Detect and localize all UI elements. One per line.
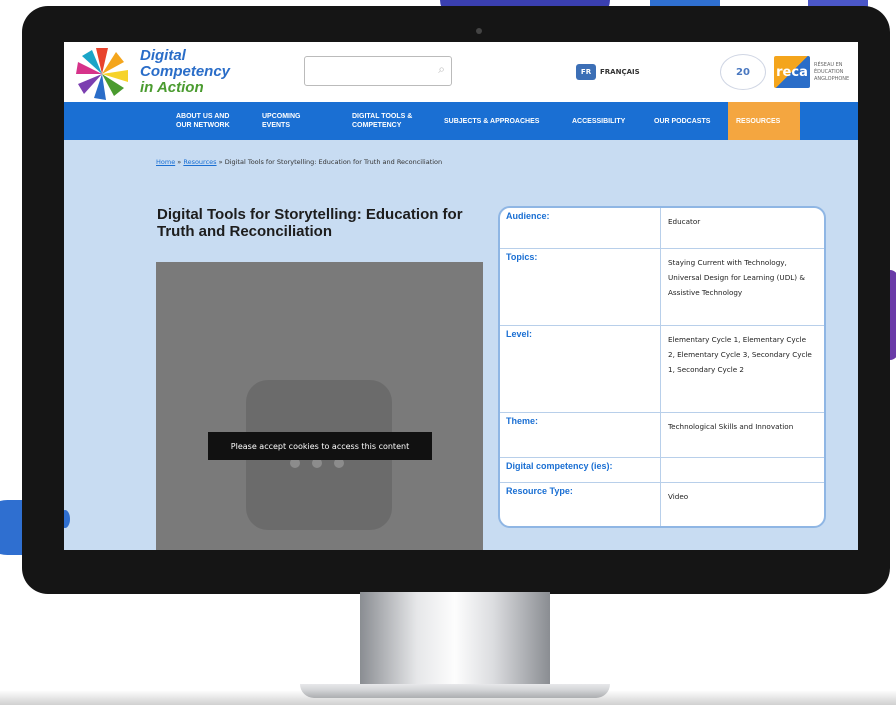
nav-item-subjects[interactable]: SUBJECTS & APPROACHES [444,102,539,140]
nav-item-podcasts[interactable]: OUR PODCASTS [654,102,710,140]
webcam-icon [476,28,482,34]
video-embed[interactable]: Please accept cookies to access this con… [156,262,483,550]
partner-logo[interactable]: reca RÉSEAU EN ÉDUCATION ANGLOPHONE [774,56,858,88]
table-row: Audience: Educator [500,208,824,249]
nav-item-digital-tools[interactable]: DIGITAL TOOLS & COMPETENCY [352,102,428,140]
main-nav: ABOUT US AND OUR NETWORK UPCOMING EVENTS… [64,102,858,140]
site-header: Digital Competency in Action ⌕ FR FRANÇA… [64,42,858,102]
monitor-stand [360,592,550,692]
detail-value: Technological Skills and Innovation [668,422,794,431]
page-title: Digital Tools for Storytelling: Educatio… [157,206,463,240]
detail-key: Digital competency (ies): [506,461,613,471]
cookie-notice[interactable]: Please accept cookies to access this con… [208,432,432,460]
logo-icon[interactable] [72,46,132,102]
floor-shadow [0,690,896,705]
resource-details-table: Audience: Educator Topics: Staying Curre… [498,206,826,528]
detail-key: Theme: [506,416,539,426]
table-row: Resource Type: Video [500,483,824,526]
search-input[interactable]: ⌕ [304,56,452,86]
breadcrumb-current: Digital Tools for Storytelling: Educatio… [224,158,443,166]
nav-item-accessibility[interactable]: ACCESSIBILITY [572,102,625,140]
nav-item-resources[interactable]: RESOURCES [728,102,800,140]
language-switch[interactable]: FR FRANÇAIS [576,64,640,80]
detail-key: Audience: [506,211,550,221]
breadcrumb-resources-link[interactable]: Resources [183,158,216,166]
breadcrumb-separator: » [218,158,223,166]
language-label: FRANÇAIS [600,68,640,76]
table-row: Theme: Technological Skills and Innovati… [500,413,824,458]
detail-value: Staying Current with Technology, Univers… [668,258,805,297]
table-row: Level: Elementary Cycle 1, Elementary Cy… [500,326,824,413]
language-icon: FR [576,64,596,80]
background-shape [64,510,70,528]
detail-key: Topics: [506,252,538,262]
breadcrumb-home-link[interactable]: Home [156,158,175,166]
breadcrumb: Home » Resources » Digital Tools for Sto… [156,158,442,166]
table-row: Digital competency (ies): [500,458,824,483]
nav-item-events[interactable]: UPCOMING EVENTS [262,102,314,140]
detail-key: Level: [506,329,533,339]
nav-item-about[interactable]: ABOUT US AND OUR NETWORK [176,102,240,140]
breadcrumb-separator: » [177,158,182,166]
partner-logo-subtitle: RÉSEAU EN ÉDUCATION ANGLOPHONE [814,61,850,82]
detail-value: Video [668,492,689,501]
anniversary-logo: 20 [720,54,766,90]
detail-key: Resource Type: [506,486,573,496]
logo-line: in Action [140,79,204,96]
detail-value: Educator [668,217,701,226]
detail-value: Elementary Cycle 1, Elementary Cycle 2, … [668,335,812,374]
table-row: Topics: Staying Current with Technology,… [500,249,824,326]
website-screen: Digital Competency in Action ⌕ FR FRANÇA… [64,42,858,550]
logo-line: Digital [140,47,186,64]
logo-line: Competency [140,63,231,80]
search-icon[interactable]: ⌕ [438,62,445,77]
site-logo-text[interactable]: Digital Competency in Action [140,48,230,96]
partner-logo-mark: reca [774,56,810,88]
